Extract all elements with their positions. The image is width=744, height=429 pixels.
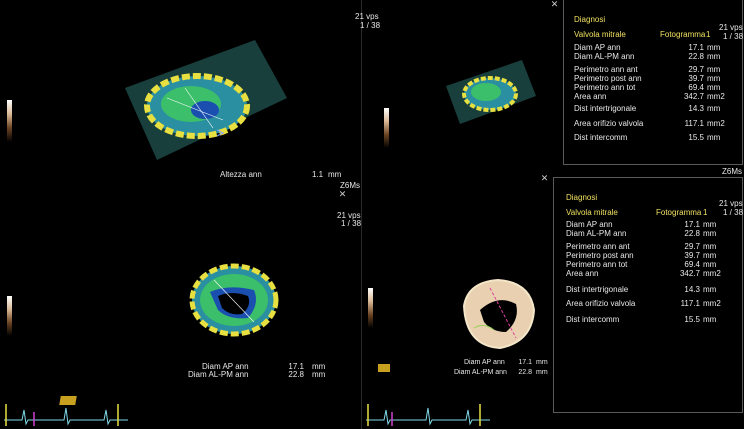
gray-scale-bar <box>7 100 12 142</box>
report-row-value: 15.5 <box>684 315 700 324</box>
report-row-unit: mm <box>703 315 717 324</box>
report-row-unit: mm <box>703 285 717 294</box>
ecg-trace <box>366 404 490 426</box>
frame-counter: 1 / 38 <box>723 32 744 41</box>
report-frame-label: Fotogramma <box>660 30 706 39</box>
report-row-value: 342.7 <box>683 92 704 101</box>
report-row-unit: mm2 <box>703 299 721 308</box>
report-row-label: Dist intercomm <box>574 133 628 142</box>
report-frame-value: 1 <box>706 30 711 39</box>
measure-unit: mm <box>536 369 548 376</box>
measurement-report-panel: Diagnosi Valvola mitrale Fotogramma 1 Di… <box>563 0 743 165</box>
report-row-unit: mm <box>703 229 717 238</box>
report-row-unit: mm2 <box>707 92 725 101</box>
expand-viewport-icon[interactable]: ✕ <box>540 174 549 183</box>
annulus-height-value: 1.1 <box>312 170 324 179</box>
report-row-label: Area orifizio valvola <box>566 299 636 308</box>
report-frame-label: Fotogramma <box>656 208 702 217</box>
measure-value: 17.1 <box>518 359 532 366</box>
measure-label: Diam AP ann <box>464 359 505 366</box>
annulus-height-unit: mm <box>328 170 342 179</box>
expand-viewport-icon[interactable]: ✕ <box>550 0 559 9</box>
measure-unit: mm <box>536 359 548 366</box>
mitral-valve-render <box>462 278 536 350</box>
orientation-marker-icon <box>378 364 390 372</box>
gray-scale-bar <box>7 296 12 336</box>
frame-counter: 1 / 38 <box>341 219 362 228</box>
report-valve: Valvola mitrale <box>566 208 618 217</box>
report-row-value: 14.3 <box>684 285 700 294</box>
measure-value: 22.8 <box>518 369 532 376</box>
report-frame-value: 1 <box>703 208 708 217</box>
report-row-unit: mm <box>707 52 721 61</box>
viewport-top-left[interactable]: 21 vps 1 / 38 Altezza ann 1.1 mm Z6Ms ✕ <box>0 0 380 214</box>
measure-label: Diam AL-PM ann <box>188 370 249 379</box>
report-row-value: 15.5 <box>688 133 704 142</box>
gray-scale-bar <box>384 108 389 148</box>
report-row-value: 117.1 <box>680 299 700 308</box>
report-row-unit: mm <box>707 104 721 113</box>
report-row-unit: mm <box>707 133 721 142</box>
report-row-label: Dist intertrigonale <box>574 104 637 113</box>
gray-scale-bar <box>368 288 373 328</box>
report-row-label: Dist intercomm <box>566 315 620 324</box>
report-row-label: Dist intertrigonale <box>566 285 629 294</box>
viewport-bottom-left[interactable]: 21 vps 1 / 38 Diam AP ann 17.1 mm Diam A… <box>0 200 361 429</box>
frame-counter: 1 / 38 <box>723 208 744 217</box>
report-title: Diagnosi <box>566 193 598 202</box>
report-row-unit: mm2 <box>703 269 721 278</box>
probe-label: Z6Ms <box>722 167 742 176</box>
report-row-value: 117.1 <box>684 119 704 128</box>
annulus-height-label: Altezza ann <box>220 170 262 179</box>
mitral-annulus-2d-view <box>189 263 279 337</box>
report-row-label: Area ann <box>574 92 607 101</box>
report-row-unit: mm2 <box>707 119 725 128</box>
report-row-value: 22.8 <box>688 52 704 61</box>
measurement-report-panel: Diagnosi Valvola mitrale Fotogramma 1 Di… <box>553 177 743 413</box>
report-title: Diagnosi <box>574 15 606 24</box>
report-valve: Valvola mitrale <box>574 30 626 39</box>
expand-viewport-icon[interactable]: ✕ <box>338 190 347 199</box>
mitral-annulus-3d-model <box>446 60 536 124</box>
report-row-label: Diam AL-PM ann <box>574 52 635 61</box>
report-row-value: 342.7 <box>679 269 700 278</box>
report-row-value: 22.8 <box>684 229 700 238</box>
report-row-label: Area ann <box>566 269 599 278</box>
report-row-label: Diam AL-PM ann <box>566 229 627 238</box>
report-row-label: Area orifizio valvola <box>574 119 644 128</box>
measure-unit: mm <box>312 370 326 379</box>
mitral-annulus-3d-model <box>125 40 287 160</box>
ecg-trace <box>4 404 128 426</box>
measure-label: Diam AL-PM ann <box>454 369 507 376</box>
measure-value: 22.8 <box>288 370 304 379</box>
report-row-value: 14.3 <box>688 104 704 113</box>
